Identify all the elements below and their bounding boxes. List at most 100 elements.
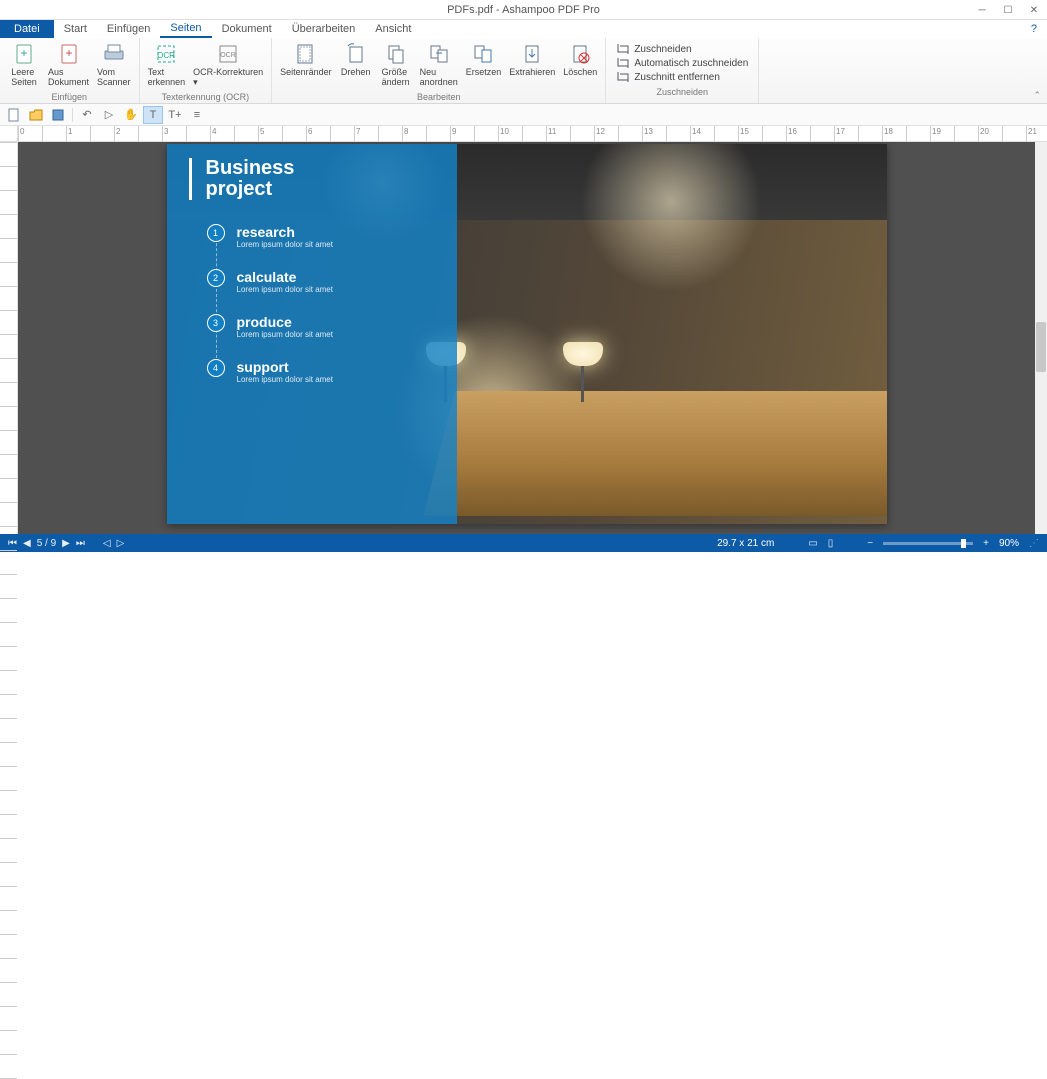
nav-forward[interactable]: ▷ bbox=[117, 538, 125, 549]
nav-prev[interactable]: ◀ bbox=[23, 538, 31, 549]
titlebar: PDFs.pdf - Ashampoo PDF Pro ─ ☐ ✕ bbox=[0, 0, 1047, 20]
auto-crop-button[interactable]: Automatisch zuschneiden bbox=[616, 56, 748, 70]
page-indicator: 5 / 9 bbox=[37, 538, 56, 549]
qt-text-add[interactable]: T+ bbox=[165, 106, 185, 124]
reorder-button[interactable]: Neu anordnen bbox=[416, 40, 462, 90]
svg-text:OCR: OCR bbox=[157, 51, 175, 60]
step-title: support bbox=[237, 359, 333, 375]
ocr-edit-icon: OCR bbox=[216, 42, 240, 66]
tab-start[interactable]: Start bbox=[54, 20, 97, 38]
page-plus-icon: + bbox=[12, 42, 36, 66]
replace-button[interactable]: Ersetzen bbox=[462, 40, 506, 80]
qt-form[interactable]: ≡ bbox=[187, 106, 207, 124]
zoom-in[interactable]: + bbox=[983, 538, 989, 549]
step-title: produce bbox=[237, 314, 333, 330]
zoom-value: 90% bbox=[999, 538, 1019, 549]
scrollbar-thumb[interactable] bbox=[1036, 322, 1046, 372]
qt-undo[interactable]: ↶ bbox=[77, 106, 97, 124]
extract-button[interactable]: Extrahieren bbox=[505, 40, 559, 80]
tab-view[interactable]: Ansicht bbox=[365, 20, 421, 38]
page-doc-icon: + bbox=[57, 42, 81, 66]
reorder-icon bbox=[427, 42, 451, 66]
scanner-icon bbox=[102, 42, 126, 66]
nav-last[interactable]: ⏭ bbox=[76, 538, 85, 549]
crop-button[interactable]: Zuschneiden bbox=[616, 42, 748, 56]
content-overlay: Business project 1 research Lorem ipsum … bbox=[167, 144, 457, 524]
step-title: calculate bbox=[237, 269, 333, 285]
ribbon-collapse[interactable]: ⌃ bbox=[1033, 90, 1041, 101]
zoom-out[interactable]: − bbox=[867, 538, 873, 549]
nav-back[interactable]: ◁ bbox=[103, 538, 111, 549]
nav-next[interactable]: ▶ bbox=[62, 538, 70, 549]
group-label: Zuschneiden bbox=[610, 86, 754, 98]
step-subtitle: Lorem ipsum dolor sit amet bbox=[237, 285, 333, 294]
ribbon-group-edit: Seitenränder Drehen Größe ändern Neu ano… bbox=[272, 38, 606, 103]
qt-text-select[interactable]: T bbox=[143, 106, 163, 124]
qt-pointer[interactable]: ▷ bbox=[99, 106, 119, 124]
window-close[interactable]: ✕ bbox=[1021, 0, 1047, 20]
resize-button[interactable]: Größe ändern bbox=[376, 40, 416, 90]
window-minimize[interactable]: ─ bbox=[969, 0, 995, 20]
canvas[interactable]: Business project 1 research Lorem ipsum … bbox=[18, 142, 1035, 534]
page-nav: ⏮ ◀ 5 / 9 ▶ ⏭ ◁ ▷ bbox=[8, 538, 124, 549]
resize-corner-icon[interactable]: ⋰ bbox=[1029, 538, 1039, 549]
menu-tabs: Datei Start Einfügen Seiten Dokument Übe… bbox=[0, 20, 1047, 38]
qt-open[interactable] bbox=[26, 106, 46, 124]
crop-icon bbox=[616, 43, 630, 55]
rotate-icon bbox=[344, 42, 368, 66]
step-number: 2 bbox=[207, 269, 225, 287]
tab-pages[interactable]: Seiten bbox=[160, 20, 211, 38]
zoom-slider[interactable] bbox=[883, 542, 973, 545]
delete-button[interactable]: Löschen bbox=[559, 40, 601, 80]
from-scanner-button[interactable]: Vom Scanner bbox=[93, 40, 135, 90]
vertical-scrollbar[interactable] bbox=[1035, 142, 1047, 534]
statusbar: ⏮ ◀ 5 / 9 ▶ ⏭ ◁ ▷ 29.7 x 21 cm ▭ ▯ − + 9… bbox=[0, 534, 1047, 552]
document-page: Business project 1 research Lorem ipsum … bbox=[167, 144, 887, 524]
rotate-button[interactable]: Drehen bbox=[336, 40, 376, 80]
qt-new[interactable] bbox=[4, 106, 24, 124]
step-subtitle: Lorem ipsum dolor sit amet bbox=[237, 330, 333, 339]
replace-icon bbox=[471, 42, 495, 66]
tab-insert[interactable]: Einfügen bbox=[97, 20, 160, 38]
svg-text:OCR: OCR bbox=[220, 52, 236, 59]
step-item: 2 calculate Lorem ipsum dolor sit amet bbox=[207, 269, 457, 294]
workspace: Business project 1 research Lorem ipsum … bbox=[0, 142, 1047, 534]
step-number: 3 bbox=[207, 314, 225, 332]
margins-icon bbox=[294, 42, 318, 66]
group-label: Bearbeiten bbox=[276, 91, 601, 103]
resize-icon bbox=[384, 42, 408, 66]
empty-pages-button[interactable]: + Leere Seiten bbox=[4, 40, 44, 90]
view-single-icon[interactable]: ▭ bbox=[808, 538, 817, 549]
qt-save[interactable] bbox=[48, 106, 68, 124]
page-title: Business project bbox=[189, 158, 457, 200]
ocr-icon: OCR bbox=[154, 42, 178, 66]
step-subtitle: Lorem ipsum dolor sit amet bbox=[237, 240, 333, 249]
tab-review[interactable]: Überarbeiten bbox=[282, 20, 366, 38]
step-item: 1 research Lorem ipsum dolor sit amet bbox=[207, 224, 457, 249]
ribbon-group-ocr: OCR Text erkennen OCR OCR-Korrekturen ▾ … bbox=[140, 38, 273, 103]
remove-crop-button[interactable]: Zuschnitt entfernen bbox=[616, 70, 748, 84]
from-document-button[interactable]: + Aus Dokument bbox=[44, 40, 93, 90]
tab-document[interactable]: Dokument bbox=[212, 20, 282, 38]
remove-crop-icon bbox=[616, 71, 630, 83]
step-item: 4 support Lorem ipsum dolor sit amet bbox=[207, 359, 457, 384]
tab-file[interactable]: Datei bbox=[0, 20, 54, 38]
qt-hand[interactable]: ✋ bbox=[121, 106, 141, 124]
app-title: PDFs.pdf - Ashampoo PDF Pro bbox=[447, 4, 600, 16]
step-title: research bbox=[237, 224, 333, 240]
auto-crop-icon bbox=[616, 57, 630, 69]
window-maximize[interactable]: ☐ bbox=[995, 0, 1021, 20]
extract-icon bbox=[520, 42, 544, 66]
text-recognize-button[interactable]: OCR Text erkennen bbox=[144, 40, 190, 90]
page-dimensions: 29.7 x 21 cm bbox=[717, 538, 774, 549]
help-button[interactable]: ? bbox=[1021, 20, 1047, 38]
svg-text:+: + bbox=[20, 46, 27, 60]
delete-icon bbox=[568, 42, 592, 66]
ribbon-group-insert: + Leere Seiten + Aus Dokument Vom Scanne… bbox=[0, 38, 140, 103]
ocr-corrections-button[interactable]: OCR OCR-Korrekturen ▾ bbox=[189, 40, 267, 90]
view-continuous-icon[interactable]: ▯ bbox=[828, 538, 834, 549]
nav-first[interactable]: ⏮ bbox=[8, 538, 17, 549]
group-label: Texterkennung (OCR) bbox=[144, 91, 268, 103]
ribbon-group-crop: Zuschneiden Automatisch zuschneiden Zusc… bbox=[606, 38, 759, 103]
page-margins-button[interactable]: Seitenränder bbox=[276, 40, 336, 80]
